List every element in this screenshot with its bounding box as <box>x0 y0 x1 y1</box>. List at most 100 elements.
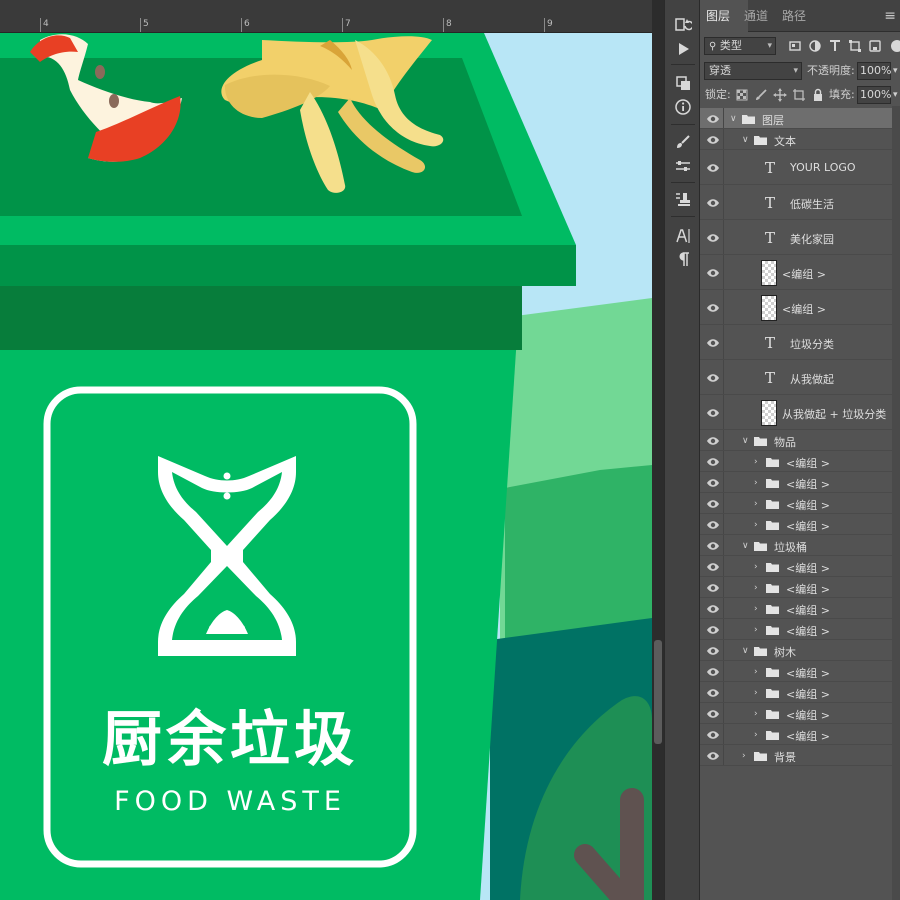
layer-row[interactable]: T 垃圾分类 <box>700 325 892 360</box>
visibility-toggle[interactable] <box>700 129 724 149</box>
layer-row[interactable]: › <编组 > <box>700 514 892 535</box>
filter-kind-select[interactable]: ⚲ 类型 ▾ <box>704 37 776 55</box>
visibility-toggle[interactable] <box>700 514 724 534</box>
visibility-toggle[interactable] <box>700 535 724 555</box>
chevron-right-icon[interactable]: › <box>754 604 758 614</box>
layer-row[interactable]: T YOUR LOGO <box>700 150 892 185</box>
chevron-right-icon[interactable]: › <box>754 457 758 467</box>
visibility-toggle[interactable] <box>700 255 724 289</box>
chevron-right-icon[interactable]: › <box>754 562 758 572</box>
chevron-right-icon[interactable]: › <box>754 730 758 740</box>
panel-menu-icon[interactable]: ≡ <box>884 9 896 23</box>
chevron-right-icon[interactable]: › <box>754 478 758 488</box>
canvas-scrollbar[interactable] <box>652 0 664 900</box>
lock-artboard-icon[interactable] <box>791 87 807 103</box>
character-icon[interactable] <box>674 227 692 245</box>
chevron-down-icon[interactable]: ∨ <box>742 135 749 145</box>
visibility-toggle[interactable] <box>700 640 724 660</box>
visibility-toggle[interactable] <box>700 290 724 324</box>
tab-paths[interactable]: 路径 <box>776 0 812 32</box>
adjust-icon[interactable] <box>674 157 692 175</box>
lock-transparent-icon[interactable] <box>734 87 750 103</box>
play-icon[interactable] <box>674 40 692 58</box>
layer-row[interactable]: T 低碳生活 <box>700 185 892 220</box>
fill-field[interactable]: 100% <box>857 86 891 104</box>
visibility-toggle[interactable] <box>700 220 724 254</box>
chevron-right-icon[interactable]: › <box>754 688 758 698</box>
visibility-toggle[interactable] <box>700 360 724 394</box>
layer-row[interactable]: T 美化家园 <box>700 220 892 255</box>
chevron-down-icon[interactable]: ∨ <box>742 436 749 446</box>
visibility-toggle[interactable] <box>700 451 724 471</box>
visibility-toggle[interactable] <box>700 745 724 765</box>
tab-channels[interactable]: 通道 <box>738 0 774 32</box>
layer-row[interactable]: › <编组 > <box>700 577 892 598</box>
chevron-down-icon[interactable]: ∨ <box>742 646 749 656</box>
layer-row[interactable]: ∨ 图层 <box>700 108 892 129</box>
visibility-toggle[interactable] <box>700 108 724 128</box>
visibility-toggle[interactable] <box>700 682 724 702</box>
filter-toggle-icon[interactable] <box>889 38 900 54</box>
lock-all-icon[interactable] <box>810 87 826 103</box>
chevron-right-icon[interactable]: › <box>754 625 758 635</box>
chevron-right-icon[interactable]: › <box>754 667 758 677</box>
layer-row[interactable]: › <编组 > <box>700 661 892 682</box>
paragraph-icon[interactable] <box>674 250 692 268</box>
visibility-toggle[interactable] <box>700 598 724 618</box>
layer-row[interactable]: › <编组 > <box>700 703 892 724</box>
blend-mode-select[interactable]: 穿透 ▾ <box>704 62 802 80</box>
layer-row[interactable]: › <编组 > <box>700 619 892 640</box>
stamp-icon[interactable] <box>674 190 692 208</box>
visibility-toggle[interactable] <box>700 619 724 639</box>
info-icon[interactable] <box>674 98 692 116</box>
opacity-field[interactable]: 100% <box>857 62 891 80</box>
canvas-scrollbar-thumb[interactable] <box>654 640 662 744</box>
chevron-right-icon[interactable]: › <box>754 583 758 593</box>
document-canvas[interactable]: 厨余垃圾 FOOD WASTE 4 5 6 7 8 9 <box>0 0 652 900</box>
visibility-toggle[interactable] <box>700 325 724 359</box>
layer-row[interactable]: T 从我做起 <box>700 360 892 395</box>
visibility-toggle[interactable] <box>700 493 724 513</box>
visibility-toggle[interactable] <box>700 185 724 219</box>
layer-row[interactable]: ∨ 垃圾桶 <box>700 535 892 556</box>
visibility-toggle[interactable] <box>700 395 724 429</box>
visibility-toggle[interactable] <box>700 150 724 184</box>
chevron-right-icon[interactable]: › <box>742 751 746 761</box>
visibility-toggle[interactable] <box>700 430 724 450</box>
visibility-toggle[interactable] <box>700 661 724 681</box>
layer-row[interactable]: › <编组 > <box>700 493 892 514</box>
visibility-toggle[interactable] <box>700 703 724 723</box>
history-icon[interactable] <box>674 17 692 35</box>
chevron-right-icon[interactable]: › <box>754 520 758 530</box>
layer-row[interactable]: › <编组 > <box>700 724 892 745</box>
layer-row[interactable]: › <编组 > <box>700 682 892 703</box>
chevron-down-icon[interactable]: ▾ <box>893 59 898 83</box>
layer-row[interactable]: › <编组 > <box>700 472 892 493</box>
layer-row[interactable]: ∨ 文本 <box>700 129 892 150</box>
layer-row[interactable]: ∨ 树木 <box>700 640 892 661</box>
pixel-filter-icon[interactable] <box>787 38 803 54</box>
layer-row[interactable]: 从我做起 + 垃圾分类 <box>700 395 892 430</box>
brush-icon[interactable] <box>674 133 692 151</box>
chevron-right-icon[interactable]: › <box>754 499 758 509</box>
visibility-toggle[interactable] <box>700 724 724 744</box>
layer-row[interactable]: › <编组 > <box>700 598 892 619</box>
chevron-down-icon[interactable]: ∨ <box>742 541 749 551</box>
visibility-toggle[interactable] <box>700 556 724 576</box>
visibility-toggle[interactable] <box>700 472 724 492</box>
type-filter-icon[interactable] <box>827 38 843 54</box>
layer-row[interactable]: <编组 > <box>700 255 892 290</box>
chevron-down-icon[interactable]: ∨ <box>730 114 737 124</box>
layer-row[interactable]: › <编组 > <box>700 556 892 577</box>
chevron-down-icon[interactable]: ▾ <box>893 83 898 107</box>
lock-position-icon[interactable] <box>772 87 788 103</box>
adjustment-filter-icon[interactable] <box>807 38 823 54</box>
3d-icon[interactable] <box>674 74 692 92</box>
layer-row[interactable]: › 背景 <box>700 745 892 766</box>
layer-list-scrollbar[interactable] <box>892 106 900 900</box>
layer-row[interactable]: <编组 > <box>700 290 892 325</box>
layer-row[interactable]: ∨ 物品 <box>700 430 892 451</box>
smart-object-filter-icon[interactable] <box>867 38 883 54</box>
visibility-toggle[interactable] <box>700 577 724 597</box>
layer-row[interactable]: › <编组 > <box>700 451 892 472</box>
